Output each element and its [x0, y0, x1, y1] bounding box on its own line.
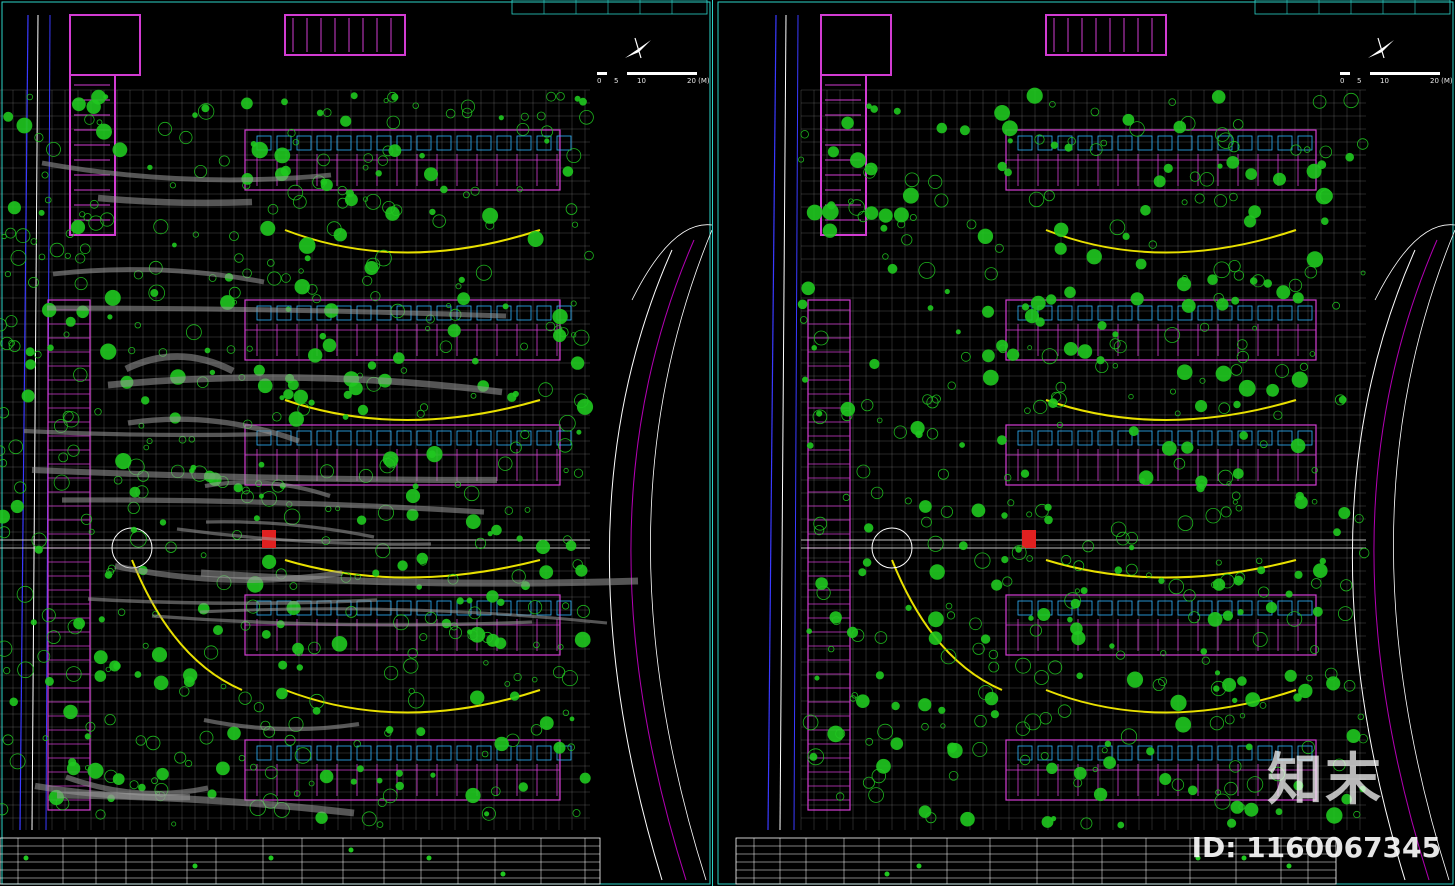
watermark-logo: 知末: [1267, 748, 1383, 813]
tree-planting: [797, 87, 1370, 830]
site-plan-left: 0 5 10 20 (M): [0, 0, 712, 885]
scale-bar-label: 0: [597, 77, 601, 85]
scale-bar-label: 5: [1357, 77, 1361, 85]
drawing-sheet-left: 0 5 10 20 (M): [0, 0, 712, 886]
scale-bar: 0 5 10 20 (M): [1340, 72, 1453, 85]
building-row: [1005, 299, 1317, 361]
north-arrow-icon: [625, 37, 651, 59]
north-arrow-icon: [1368, 37, 1394, 59]
west-road: [767, 14, 799, 831]
scale-bar-label: 10: [637, 77, 646, 85]
scale-bar-label: 5: [614, 77, 618, 85]
scale-bar: 0 5 10 20 (M): [597, 72, 710, 85]
east-curved-road: [608, 224, 712, 881]
site-grid: [800, 89, 1366, 830]
west-building-column: [47, 299, 91, 811]
central-axis: [801, 527, 1366, 569]
scale-bar-label: 10: [1380, 77, 1389, 85]
scale-bar-label: 20 (M): [1430, 77, 1453, 85]
planting-schedule-table: [0, 837, 601, 885]
north-buildings: [820, 14, 1167, 236]
scale-bar-label: 0: [1340, 77, 1344, 85]
scale-bar-label: 20 (M): [687, 77, 710, 85]
building-row: [1005, 424, 1317, 486]
watermark-id: ID: 1160067345: [1191, 831, 1441, 864]
site-grid: [0, 89, 590, 830]
